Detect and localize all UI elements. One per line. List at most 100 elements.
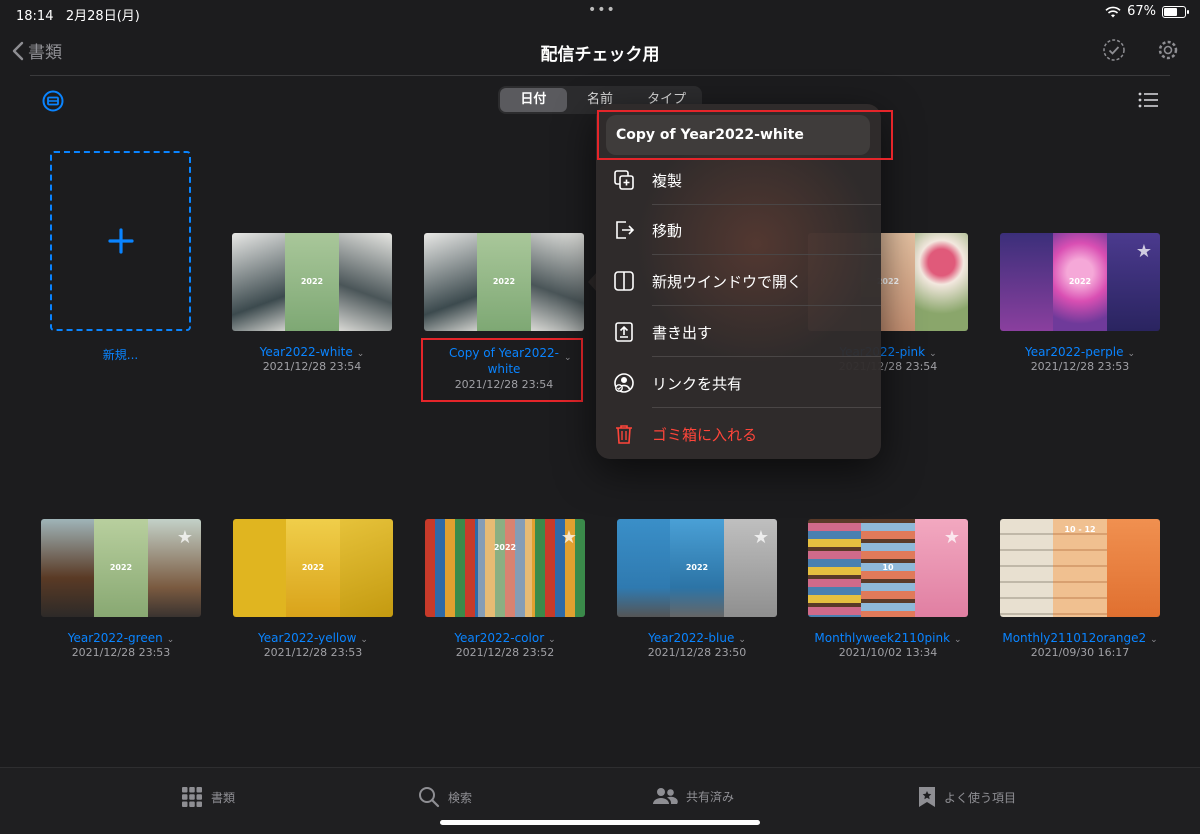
star-icon[interactable]: ★	[1136, 241, 1152, 262]
search-icon	[419, 787, 440, 808]
chevron-down-icon[interactable]: ⌄	[360, 635, 368, 645]
menu-item-label: 複製	[652, 171, 683, 190]
tab-label: 共有済み	[686, 789, 735, 804]
menu-item-label: 移動	[652, 221, 683, 240]
document-thumbnail[interactable]: 10 ★	[808, 519, 968, 617]
menu-separator	[652, 305, 881, 306]
document-card[interactable]: 2022 ★ Year2022-perple ⌄ 2021/12/28 23:53	[1000, 233, 1160, 373]
menu-item-move[interactable]: 移動	[596, 205, 881, 255]
chevron-down-icon[interactable]: ⌄	[1128, 349, 1136, 359]
document-thumbnail[interactable]: 2022 ★	[425, 519, 585, 617]
document-card[interactable]: 10 - 12 Monthly211012orange2 ⌄ 2021/09/30…	[1000, 519, 1160, 659]
chevron-down-icon[interactable]: ⌄	[548, 635, 556, 645]
tab-label: よく使う項目	[944, 790, 1017, 805]
home-indicator	[440, 820, 760, 825]
duplicate-icon	[614, 170, 634, 190]
document-name[interactable]: Year2022-perple ⌄	[1000, 345, 1160, 359]
trash-icon	[616, 425, 632, 444]
thumbnail-year: 2022	[492, 277, 516, 286]
menu-separator	[652, 254, 881, 255]
document-thumbnail[interactable]: 2022 ★	[41, 519, 201, 617]
grid-icon	[182, 787, 202, 807]
document-card[interactable]: 2022 ★ Year2022-green ⌄ 2021/12/28 23:53	[41, 519, 201, 659]
document-name[interactable]: Year2022-yellow ⌄	[233, 631, 393, 645]
tab-search[interactable]: 検索	[418, 786, 472, 808]
document-picker-icon[interactable]	[42, 90, 64, 112]
document-card[interactable]: 2022 ★ Year2022-blue ⌄ 2021/12/28 23:50	[617, 519, 777, 659]
star-icon[interactable]: ★	[561, 527, 577, 548]
thumbnail-year: 2022	[1068, 277, 1092, 286]
highlight-box-document-name	[421, 338, 583, 402]
status-time: 18:14 2月28日(月)	[16, 9, 140, 24]
sort-option-date[interactable]: 日付	[500, 88, 567, 112]
plus-icon	[107, 228, 134, 254]
document-name[interactable]: Monthly211012orange2 ⌄	[1000, 631, 1160, 645]
menu-separator	[652, 407, 881, 408]
document-card[interactable]: 2022 ★ Year2022-color ⌄ 2021/12/28 23:52	[425, 519, 585, 659]
new-document-button[interactable]	[50, 151, 191, 331]
document-thumbnail[interactable]: 2022	[424, 233, 584, 331]
new-document-label: 新規...	[102, 348, 139, 362]
status-bar: 18:14 2月28日(月) ••• 67%	[0, 0, 1200, 26]
menu-item-new-window[interactable]: 新規ウインドウで開く	[596, 256, 881, 306]
menu-separator	[652, 356, 881, 357]
menu-item-trash[interactable]: ゴミ箱に入れる	[596, 409, 881, 459]
menu-item-export[interactable]: 書き出す	[596, 307, 881, 357]
chevron-down-icon[interactable]: ⌄	[929, 349, 937, 359]
split-view-icon	[614, 271, 634, 291]
nav-divider	[30, 75, 1170, 76]
document-name[interactable]: Year2022-white ⌄	[232, 345, 392, 359]
wifi-icon	[1105, 6, 1121, 17]
chevron-down-icon[interactable]: ⌄	[738, 635, 746, 645]
document-date: 2021/09/30 16:17	[1030, 646, 1130, 659]
thumbnail-month-range: 10 - 12	[1064, 525, 1096, 534]
bookmark-star-icon	[919, 787, 935, 807]
document-name[interactable]: Year2022-color ⌄	[425, 631, 585, 645]
chevron-down-icon[interactable]: ⌄	[357, 349, 365, 359]
tab-label: 書類	[211, 790, 236, 805]
page-title: 配信チェック用	[540, 45, 660, 65]
menu-item-label: 書き出す	[652, 323, 713, 342]
thumbnail-month: 10	[882, 563, 894, 572]
share-link-icon	[614, 373, 634, 393]
document-thumbnail[interactable]: 2022 ★	[617, 519, 777, 617]
document-thumbnail[interactable]: 2022	[232, 233, 392, 331]
document-name[interactable]: Year2022-green ⌄	[41, 631, 201, 645]
settings-gear-icon[interactable]	[1156, 38, 1180, 62]
chevron-down-icon[interactable]: ⌄	[1150, 635, 1158, 645]
thumbnail-year: 2022	[109, 563, 133, 572]
people-icon	[653, 788, 678, 804]
document-date: 2021/12/28 23:52	[455, 646, 555, 659]
menu-item-share-link[interactable]: リンクを共有	[596, 358, 881, 408]
document-thumbnail[interactable]: 2022	[233, 519, 393, 617]
menu-item-duplicate-row[interactable]: 複製	[596, 155, 881, 205]
document-card[interactable]: 10 ★ Monthlyweek2110pink ⌄ 2021/10/02 13:…	[808, 519, 968, 659]
menu-item-label: 新規ウインドウで開く	[652, 272, 803, 291]
chevron-down-icon[interactable]: ⌄	[954, 635, 962, 645]
menu-item-label: リンクを共有	[652, 374, 743, 393]
document-thumbnail[interactable]: 10 - 12	[1000, 519, 1160, 617]
document-date: 2021/12/28 23:54	[262, 360, 362, 373]
multitask-dots-icon[interactable]: •••	[588, 2, 616, 18]
document-card[interactable]: 2022 Year2022-white ⌄ 2021/12/28 23:54	[232, 233, 392, 373]
document-name[interactable]: Year2022-blue ⌄	[617, 631, 777, 645]
thumbnail-year: 2022	[300, 277, 324, 286]
star-icon[interactable]: ★	[753, 527, 769, 548]
battery-icon	[1162, 5, 1189, 18]
document-thumbnail[interactable]: 2022 ★	[1000, 233, 1160, 331]
star-icon[interactable]: ★	[177, 527, 193, 548]
tab-documents[interactable]: 書類	[181, 786, 235, 808]
star-icon[interactable]: ★	[944, 527, 960, 548]
navigation-bar: 書類 配信チェック用	[0, 30, 1200, 70]
document-name[interactable]: Monthlyweek2110pink ⌄	[808, 631, 968, 645]
tab-favorites[interactable]: よく使う項目	[918, 786, 1016, 808]
select-check-icon[interactable]	[1102, 38, 1126, 62]
document-card[interactable]: 2022 Year2022-yellow ⌄ 2021/12/28 23:53	[233, 519, 393, 659]
document-date: 2021/10/02 13:34	[838, 646, 938, 659]
document-date: 2021/12/28 23:53	[1030, 360, 1130, 373]
list-view-icon[interactable]	[1138, 92, 1158, 108]
chevron-down-icon[interactable]: ⌄	[167, 635, 175, 645]
tab-shared[interactable]: 共有済み	[652, 786, 734, 806]
highlight-box-menu-title	[597, 110, 893, 160]
document-date: 2021/12/28 23:53	[263, 646, 363, 659]
